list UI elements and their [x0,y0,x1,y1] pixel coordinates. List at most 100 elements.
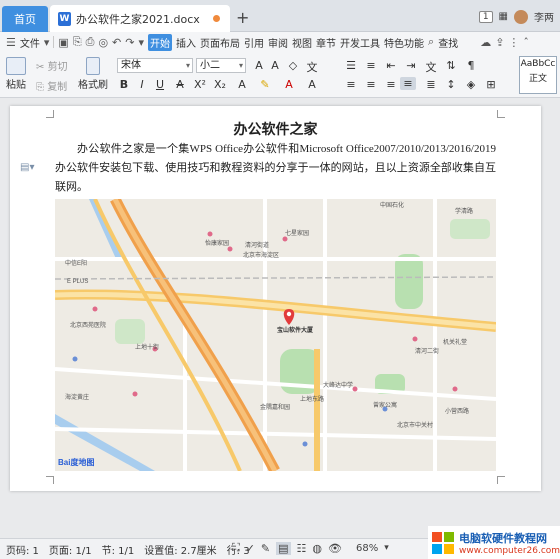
paragraph-handle-icon[interactable]: ▤▾ [20,162,34,173]
menu-insert[interactable]: 插入 [176,35,196,50]
fullscreen-icon[interactable]: ⛶ [232,541,240,555]
font-name-select[interactable]: 宋体 ▾ [117,58,193,73]
line-spacing-icon[interactable]: ↕ [444,78,458,91]
status-pages[interactable]: 页面: 1/1 [49,542,92,557]
subscript-icon[interactable]: X₂ [213,78,227,91]
status-position[interactable]: 设置值: 2.7厘米 [144,542,216,557]
chevron-down-icon[interactable]: ▾ [44,36,50,49]
status-section[interactable]: 节: 1/1 [102,542,135,557]
margin-corner [46,476,54,484]
user-name[interactable]: 李两 [534,9,554,24]
shrink-font-icon[interactable]: A [268,59,282,72]
menu-file[interactable]: 文件 [20,35,40,50]
print-icon[interactable]: ⎙ [86,35,95,49]
save-icon[interactable]: ▣ [58,36,68,49]
map-label: 机关礼堂 [443,338,467,346]
shading-icon[interactable]: ◈ [464,78,478,91]
menu-section[interactable]: 章节 [316,35,336,50]
more-icon[interactable]: ⋮ [508,36,519,49]
new-tab-button[interactable]: + [236,8,249,27]
style-normal[interactable]: AaBbCc 正文 [519,56,557,94]
zoom-level[interactable]: 68% [356,543,378,554]
status-page[interactable]: 页码: 1 [6,542,39,557]
menu-references[interactable]: 引用 [244,35,264,50]
web-view-icon[interactable]: ◍ [312,542,322,555]
hamburger-icon[interactable]: ☰ [6,36,16,49]
chevron-down-icon[interactable]: ▾ [384,543,389,553]
highlight-icon[interactable]: ✎ [258,78,272,91]
search-icon[interactable]: ⌕ [428,35,434,49]
collapse-icon[interactable]: ˆ [523,36,529,49]
window-count-badge[interactable]: 1 [478,10,493,23]
baidu-map-logo: Bai度地图 [58,457,94,467]
grow-font-icon[interactable]: A [252,59,266,72]
map-label: 宝山软件大厦 [277,326,314,334]
clear-format-icon[interactable]: ◇ [286,59,300,72]
chevron-down-icon: ▾ [238,61,243,70]
avatar[interactable] [514,9,528,24]
underline-icon[interactable]: U [153,78,167,91]
font-size-value: 小二 [200,60,220,71]
text-effect-icon[interactable]: A [235,78,249,91]
map-label: 学清路 [455,207,473,215]
copy-button[interactable]: ⎘ 复制 [36,78,67,93]
increase-indent-icon[interactable]: ⇥ [404,59,418,72]
menu-developer[interactable]: 开发工具 [340,35,380,50]
document-title[interactable]: 办公软件之家 [10,119,541,139]
menu-page-layout[interactable]: 页面布局 [200,35,240,50]
show-marks-icon[interactable]: ¶ [464,59,478,72]
menu-view[interactable]: 视图 [292,35,312,50]
unsaved-dot-icon [213,15,220,22]
page[interactable]: 办公软件之家 ▤▾ 办公软件之家是一个集WPS Office办公软件和Micro… [10,106,541,491]
align-left-icon[interactable]: ≡ [344,78,358,91]
strikethrough-icon[interactable]: A [173,78,187,91]
share-icon[interactable]: ⇪ [495,36,504,49]
decrease-indent-icon[interactable]: ⇤ [384,59,398,72]
font-color-icon[interactable]: A [282,78,296,91]
menu-review[interactable]: 审阅 [268,35,288,50]
bold-icon[interactable]: B [117,78,131,91]
page-view-icon[interactable]: ▤ [276,541,291,555]
spellcheck-icon[interactable]: ✓ [246,542,255,555]
margin-corner [497,476,505,484]
document-paragraph[interactable]: 办公软件之家是一个集WPS Office办公软件和Microsoft Offic… [55,140,496,197]
cut-button[interactable]: ✂ 剪切 [36,58,68,73]
map-label: 中信E阳 [65,259,87,267]
chinese-layout-icon[interactable]: 文 [424,59,438,75]
undo-icon[interactable]: ↶ [112,36,121,49]
bullet-list-icon[interactable]: ☰ [344,59,358,72]
distributed-icon[interactable]: ≣ [424,78,438,91]
tab-document[interactable]: W 办公软件之家2021.docx [50,5,230,32]
pinyin-icon[interactable]: 文 [305,59,319,75]
export-icon[interactable]: ⎘ [73,35,82,49]
menu-start[interactable]: 开始 [148,33,173,51]
paste-button[interactable]: 粘贴 [6,57,26,91]
superscript-icon[interactable]: X² [193,78,207,91]
char-shading-icon[interactable]: A [305,78,319,91]
font-size-select[interactable]: 小二 ▾ [196,58,246,73]
italic-icon[interactable]: I [135,78,149,91]
number-list-icon[interactable]: ≡ [364,59,378,72]
menu-search[interactable]: 查找 [438,35,458,50]
pen-icon[interactable]: ✎ [261,542,270,555]
map-label: 海淀黄庄 [65,393,89,401]
map-label: 清河二街 [415,347,439,355]
grid-icon[interactable]: ▦ [499,11,508,22]
format-painter-button[interactable]: 格式刷 [78,57,108,91]
cloud-icon[interactable]: ☁ [480,36,491,49]
border-icon[interactable]: ⊞ [484,78,498,91]
redo-icon[interactable]: ↷ [125,36,134,49]
map-image[interactable]: 中国石化 七星家园 怡康家园 清河街道 北京市海淀区 中信E阳 E PLUS 北… [55,199,496,471]
preview-icon[interactable]: ◎ [98,36,108,49]
tab-home[interactable]: 首页 [2,6,48,32]
reading-view-icon[interactable]: 👁 [328,542,342,555]
justify-icon[interactable]: ≡ [400,77,416,90]
outline-view-icon[interactable]: ☷ [297,542,307,555]
tab-bar: 首页 W 办公软件之家2021.docx + 1 ▦ 李两 [0,0,560,32]
sort-icon[interactable]: ⇅ [444,59,458,72]
margin-corner [497,110,505,118]
menu-special[interactable]: 特色功能 [384,35,424,50]
chevron-down-icon[interactable]: ▾ [138,36,144,49]
align-center-icon[interactable]: ≡ [364,78,378,91]
align-right-icon[interactable]: ≡ [384,78,398,91]
